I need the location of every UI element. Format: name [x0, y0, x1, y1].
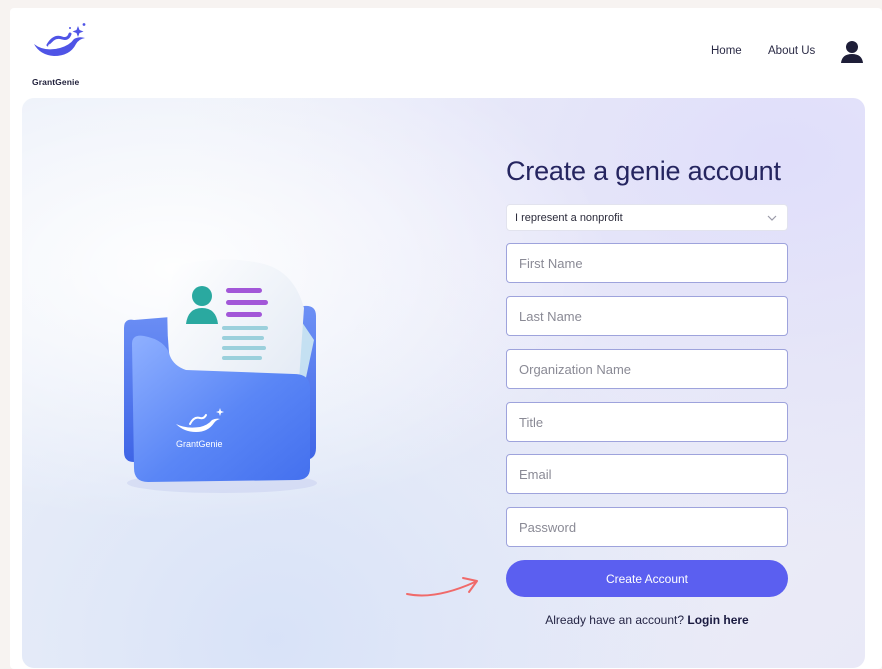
brand-logo[interactable]: GrantGenie — [30, 22, 94, 87]
password-field[interactable] — [506, 507, 788, 547]
role-select-value: I represent a nonprofit — [515, 212, 623, 224]
folder-document-illustration: GrantGenie — [104, 248, 334, 498]
folder-document-icon: GrantGenie — [124, 259, 317, 493]
organization-name-field[interactable] — [506, 349, 788, 389]
chevron-down-icon — [767, 215, 777, 221]
app-window: GrantGenie Home About Us GrantGenie Crea… — [10, 8, 882, 669]
nav-about-link[interactable]: About Us — [768, 45, 815, 57]
role-select[interactable]: I represent a nonprofit — [506, 204, 788, 231]
user-profile-button[interactable] — [840, 39, 864, 65]
login-prompt: Already have an account? Login here — [506, 613, 788, 627]
email-field[interactable] — [506, 454, 788, 494]
title-field[interactable] — [506, 402, 788, 442]
login-link[interactable]: Login here — [687, 613, 748, 627]
pointing-arrow-icon — [406, 577, 478, 597]
form-title: Create a genie account — [506, 156, 781, 186]
login-prompt-text: Already have an account? — [545, 613, 685, 627]
brand-name: GrantGenie — [32, 77, 80, 87]
create-account-button[interactable]: Create Account — [506, 560, 788, 597]
user-icon — [841, 41, 863, 63]
site-header: GrantGenie Home About Us — [10, 8, 882, 94]
genie-lamp-icon — [34, 23, 86, 56]
nav-home-link[interactable]: Home — [711, 45, 742, 57]
folder-brand-label: GrantGenie — [176, 439, 223, 449]
first-name-field[interactable] — [506, 243, 788, 283]
signup-hero: GrantGenie Create a genie account I repr… — [22, 98, 865, 668]
last-name-field[interactable] — [506, 296, 788, 336]
